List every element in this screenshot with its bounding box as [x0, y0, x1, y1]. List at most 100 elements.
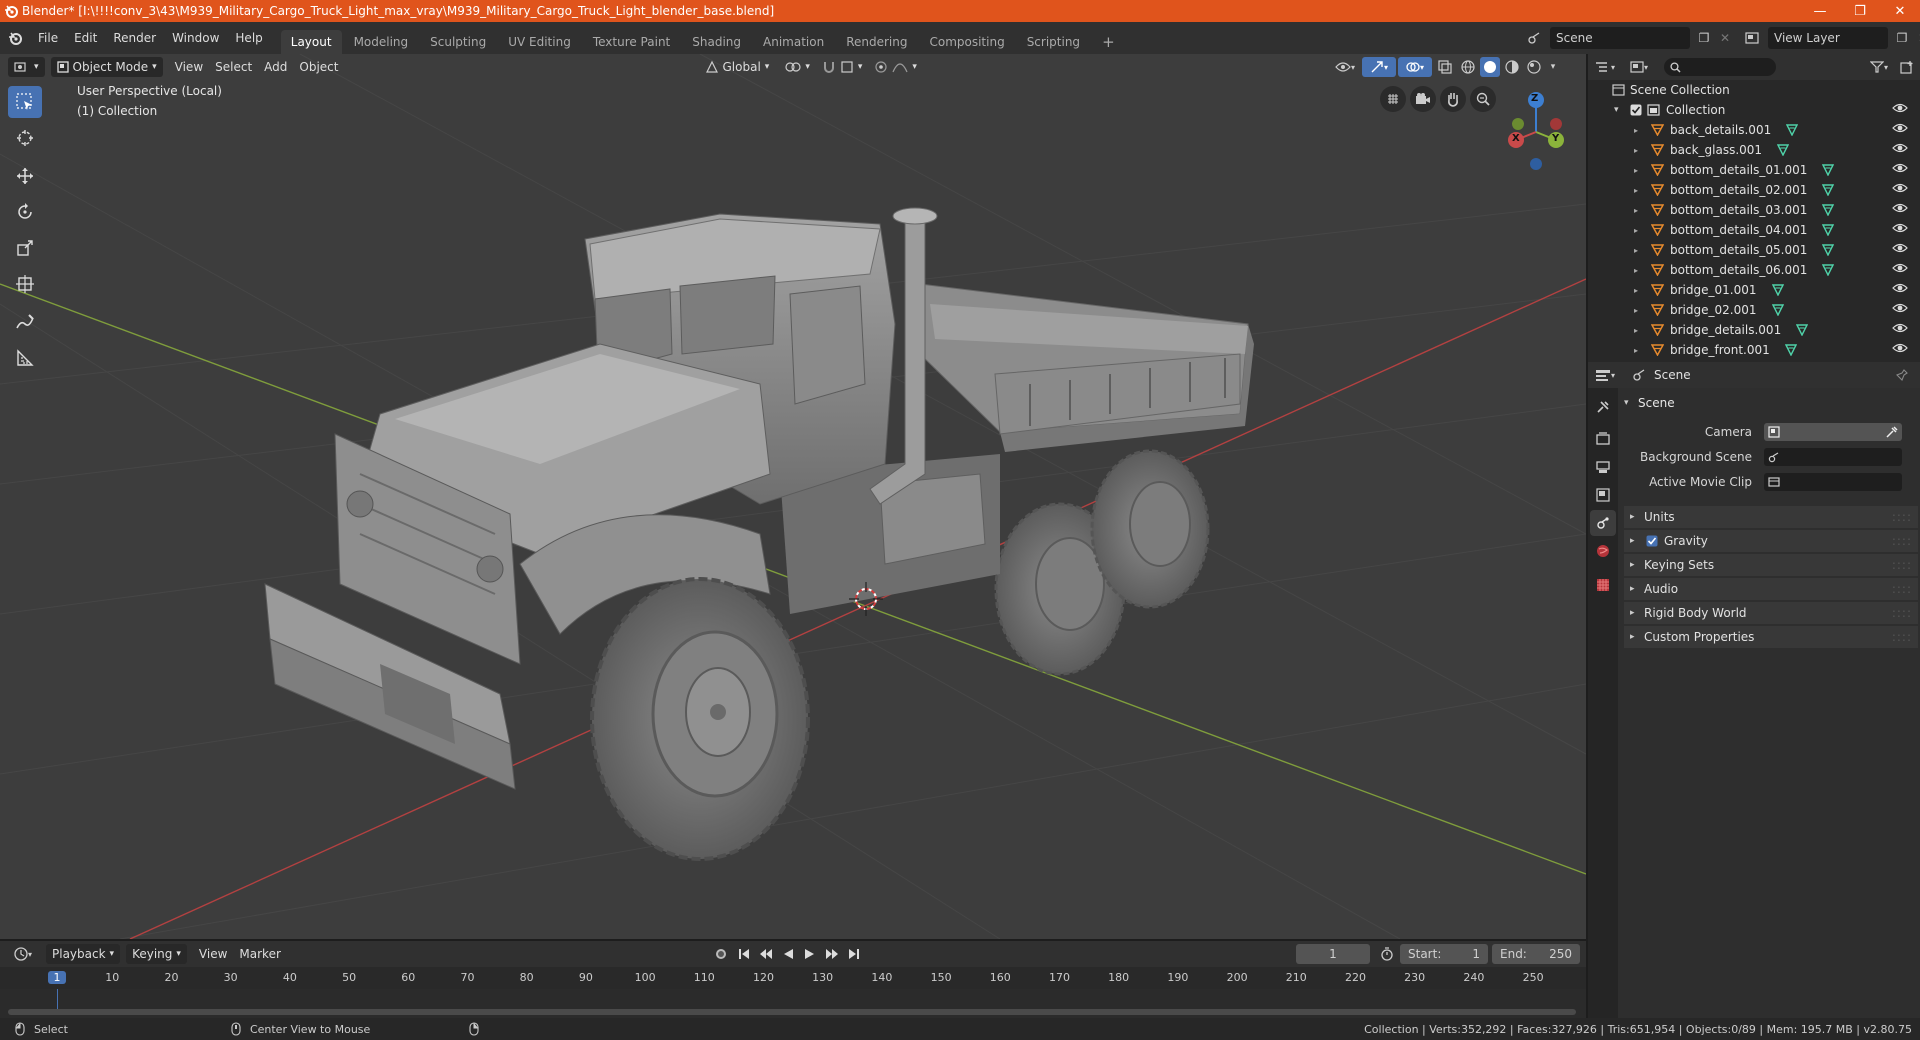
- display-mode-icon[interactable]: ▾: [1622, 56, 1656, 78]
- tab-texture-paint[interactable]: Texture Paint: [583, 30, 680, 54]
- proportional-editing-icon[interactable]: ▾: [868, 57, 923, 77]
- outliner-item[interactable]: ▸ bottom_details_01.001: [1588, 160, 1920, 180]
- world-tab-icon[interactable]: [1592, 540, 1614, 562]
- viewport-menu-object[interactable]: Object: [293, 57, 344, 77]
- xray-toggle-icon[interactable]: [1434, 57, 1456, 77]
- transform-orientation-dropdown[interactable]: Global ▾: [699, 57, 776, 77]
- expand-arrow-icon[interactable]: ▸: [1634, 346, 1648, 355]
- panel-units[interactable]: ▸ Units::::: [1624, 506, 1918, 528]
- visibility-eye-icon[interactable]: [1892, 182, 1908, 198]
- expand-arrow-icon[interactable]: ▸: [1634, 126, 1648, 135]
- mesh-data-icon[interactable]: [1821, 164, 1835, 176]
- panel-expand-icon[interactable]: ▸: [1630, 584, 1644, 594]
- panel-drag-handle-icon[interactable]: ::::: [1892, 558, 1912, 572]
- mesh-data-icon[interactable]: [1821, 264, 1835, 276]
- panel-expand-icon[interactable]: ▸: [1630, 632, 1644, 642]
- close-icon[interactable]: ✕: [1880, 0, 1920, 22]
- current-frame-indicator[interactable]: 1: [48, 971, 66, 984]
- new-collection-icon[interactable]: [1896, 56, 1918, 78]
- truck-model[interactable]: [264, 207, 1254, 861]
- stopwatch-icon[interactable]: [1376, 944, 1398, 964]
- scene-collection-row[interactable]: Scene Collection: [1588, 80, 1920, 100]
- visibility-eye-icon[interactable]: [1892, 302, 1908, 318]
- properties-editor-type-icon[interactable]: ▾: [1588, 364, 1622, 386]
- collection-row[interactable]: ▾ Collection: [1588, 100, 1920, 120]
- play-icon[interactable]: [800, 944, 820, 964]
- expand-arrow-icon[interactable]: ▸: [1634, 226, 1648, 235]
- wireframe-shading-icon[interactable]: [1458, 57, 1478, 77]
- blender-menu-icon[interactable]: [0, 22, 30, 54]
- collection-visibility-eye-icon[interactable]: [1892, 102, 1908, 118]
- view-layer-icon[interactable]: [1740, 32, 1764, 44]
- visibility-eye-icon[interactable]: [1892, 122, 1908, 138]
- overlays-toggle-icon[interactable]: ▾: [1398, 57, 1432, 77]
- new-view-layer-icon[interactable]: ❐: [1892, 31, 1912, 45]
- tab-modeling[interactable]: Modeling: [344, 30, 419, 54]
- scene-icon[interactable]: [1522, 27, 1546, 49]
- panel-keying-sets[interactable]: ▸ Keying Sets::::: [1624, 554, 1918, 576]
- outliner-item[interactable]: ▸ bridge_02.001: [1588, 300, 1920, 320]
- collection-checkbox-icon[interactable]: [1628, 104, 1644, 116]
- outliner-item[interactable]: ▸ bottom_details_02.001: [1588, 180, 1920, 200]
- menu-file[interactable]: File: [30, 22, 66, 54]
- 3d-viewport[interactable]: ▾ Object Mode ▾ View Select Add Object G…: [0, 54, 1586, 939]
- view-layer-tab-icon[interactable]: [1592, 484, 1614, 506]
- delete-scene-icon[interactable]: ✕: [1718, 31, 1732, 45]
- transform-tool-icon[interactable]: [8, 268, 42, 300]
- expand-arrow-icon[interactable]: ▸: [1634, 146, 1648, 155]
- mesh-data-icon[interactable]: [1771, 304, 1785, 316]
- pan-view-hand-icon[interactable]: [1440, 86, 1466, 112]
- mesh-data-icon[interactable]: [1821, 184, 1835, 196]
- outliner-search-input[interactable]: [1664, 58, 1776, 76]
- measure-tool-icon[interactable]: [8, 342, 42, 374]
- camera-input[interactable]: [1764, 423, 1902, 441]
- select-box-tool-icon[interactable]: [8, 86, 42, 118]
- viewport-menu-select[interactable]: Select: [209, 57, 258, 77]
- timeline-editor-type-icon[interactable]: ▾: [6, 943, 40, 965]
- timeline-menu-marker[interactable]: Marker: [233, 944, 286, 964]
- jump-to-previous-keyframe-icon[interactable]: [756, 944, 776, 964]
- mesh-data-icon[interactable]: [1821, 224, 1835, 236]
- panel-drag-handle-icon[interactable]: ::::: [1892, 630, 1912, 644]
- tab-shading[interactable]: Shading: [682, 30, 751, 54]
- timeline-menu-playback[interactable]: Playback ▾: [46, 944, 121, 964]
- record-keyframes-icon[interactable]: [710, 944, 732, 964]
- texture-tab-icon[interactable]: [1592, 574, 1614, 596]
- material-shading-icon[interactable]: [1502, 57, 1522, 77]
- mesh-data-icon[interactable]: [1821, 244, 1835, 256]
- timeline-scrollbar[interactable]: [8, 1009, 1576, 1015]
- panel-drag-handle-icon[interactable]: ::::: [1892, 510, 1912, 524]
- menu-help[interactable]: Help: [227, 22, 270, 54]
- mesh-data-icon[interactable]: [1771, 284, 1785, 296]
- outliner-item[interactable]: ▸ bottom_details_06.001: [1588, 260, 1920, 280]
- move-tool-icon[interactable]: [8, 160, 42, 192]
- timeline-track-area[interactable]: [0, 989, 1586, 1011]
- menu-window[interactable]: Window: [164, 22, 227, 54]
- play-reverse-icon[interactable]: [778, 944, 798, 964]
- panel-expand-icon[interactable]: ▸: [1630, 536, 1644, 546]
- solid-shading-icon[interactable]: [1480, 57, 1500, 77]
- tool-tab-icon[interactable]: [1592, 396, 1614, 418]
- panel-drag-handle-icon[interactable]: ::::: [1892, 582, 1912, 596]
- mesh-data-icon[interactable]: [1776, 144, 1790, 156]
- panel-expand-icon[interactable]: ▸: [1630, 608, 1644, 618]
- viewport-menu-view[interactable]: View: [169, 57, 209, 77]
- render-tab-icon[interactable]: [1592, 428, 1614, 450]
- collection-expand-icon[interactable]: ▾: [1614, 105, 1628, 115]
- mesh-data-icon[interactable]: [1785, 124, 1799, 136]
- jump-to-next-keyframe-icon[interactable]: [822, 944, 842, 964]
- visibility-eye-icon[interactable]: [1892, 262, 1908, 278]
- delete-view-layer-icon[interactable]: ✕: [1916, 31, 1920, 45]
- snap-icon[interactable]: ▾: [816, 57, 869, 77]
- visibility-filter-icon[interactable]: ▾: [1330, 57, 1360, 77]
- toggle-grid-view-icon[interactable]: [1380, 86, 1406, 112]
- visibility-eye-icon[interactable]: [1892, 162, 1908, 178]
- expand-arrow-icon[interactable]: ▸: [1634, 326, 1648, 335]
- panel-drag-handle-icon[interactable]: ::::: [1892, 606, 1912, 620]
- panel-gravity[interactable]: ▸ Gravity::::: [1624, 530, 1918, 552]
- tab-layout[interactable]: Layout: [280, 30, 342, 54]
- panel-expand-icon[interactable]: ▸: [1630, 512, 1644, 522]
- timeline-menu-keying[interactable]: Keying ▾: [126, 944, 187, 964]
- start-frame-field[interactable]: Start: 1: [1400, 944, 1488, 964]
- timeline-menu-view[interactable]: View: [193, 944, 233, 964]
